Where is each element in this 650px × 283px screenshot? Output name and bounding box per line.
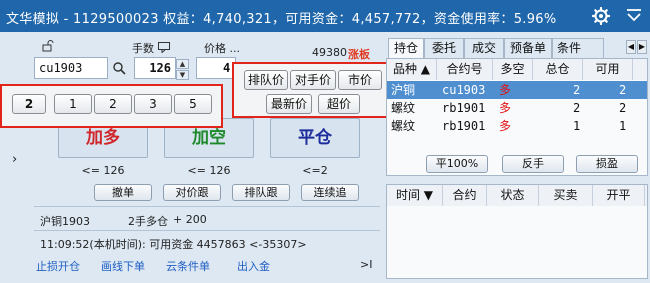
column-header[interactable]: 时间 ▼	[387, 185, 443, 206]
price-type-popup: 排队价 对手价 市价 最新价 超价	[232, 62, 392, 118]
tab-positions[interactable]: 持仓	[388, 38, 424, 58]
stop-profit-loss-button[interactable]: 损盈	[576, 155, 638, 173]
cancel-order-button[interactable]: 撤单	[94, 184, 152, 201]
column-header[interactable]: 合约	[443, 185, 487, 206]
position-pnl: + 200	[173, 213, 207, 226]
search-icon[interactable]	[112, 61, 126, 75]
over-price-button[interactable]: 超价	[318, 94, 360, 114]
last-price-button[interactable]: 最新价	[266, 94, 312, 114]
fund-transfer-link[interactable]: 出入金	[237, 258, 270, 274]
position-contract: 沪铜1903	[40, 215, 90, 228]
gear-icon[interactable]	[592, 7, 610, 25]
cloud-condition-order-link[interactable]: 云条件单	[166, 258, 210, 274]
column-header[interactable]: 开平	[593, 185, 645, 206]
contract-input[interactable]: cu1903	[34, 57, 108, 79]
quantity-input[interactable]: 126	[134, 57, 176, 79]
column-header[interactable]: 合约号	[437, 59, 493, 80]
stepper-down-icon[interactable]: ▼	[176, 70, 189, 80]
quantity-quick-popup: 2 1 2 3 5	[0, 84, 223, 128]
close-limit-text: <=2	[302, 164, 328, 177]
table-row[interactable]: 螺纹 rb1901 多 2 2	[387, 99, 647, 117]
divider	[34, 230, 380, 231]
column-header[interactable]: 可用	[583, 59, 633, 80]
position-size: 2手多仓	[128, 215, 168, 228]
reverse-button[interactable]: 反手	[502, 155, 564, 173]
close-position-button[interactable]: 平仓	[270, 118, 360, 158]
unlock-icon[interactable]	[42, 40, 54, 52]
qty-label: 手数	[132, 42, 154, 55]
tab-conditional[interactable]: 条件	[552, 38, 604, 58]
column-header[interactable]: 品种 ▲	[387, 59, 437, 80]
comment-icon[interactable]	[158, 42, 170, 53]
order-panel: 手数 价格 ... 49380 涨板 cu1903 126 ▲ ▼ 4 加多 加…	[0, 32, 392, 283]
market-price-button[interactable]: 市价	[338, 70, 382, 90]
queue-price-button[interactable]: 排队价	[244, 70, 288, 90]
account-panel: 持仓 委托 成交 预备单 条件 ◀ ▶ 品种 ▲ 合约号 多空 总仓 可用 沪铜…	[386, 32, 650, 283]
column-header[interactable]: 买卖	[539, 185, 593, 206]
limit-up-label[interactable]: 涨板	[348, 46, 370, 62]
column-header[interactable]: 多空	[493, 59, 533, 80]
qty-option-button[interactable]: 2	[12, 94, 46, 114]
draw-line-order-link[interactable]: 画线下单	[101, 258, 145, 274]
table-row[interactable]: 螺纹 rb1901 多 1 1	[387, 117, 647, 135]
tab-trades[interactable]: 成交	[464, 38, 504, 58]
status-line: 11:09:52(本机时间): 可用资金 4457863 <-35307>	[40, 238, 307, 251]
column-header[interactable]: 状态	[487, 185, 539, 206]
positions-header: 品种 ▲ 合约号 多空 总仓 可用	[387, 59, 647, 80]
chase-queue-price-button[interactable]: 排队跟	[232, 184, 290, 201]
title-bar: 文华模拟 - 1129500023 权益：4,740,321，可用资金：4,45…	[0, 0, 650, 32]
reference-price: 49380	[312, 46, 347, 59]
tab-pending[interactable]: 预备单	[504, 38, 552, 58]
qty-option-button[interactable]: 1	[54, 94, 92, 114]
price-input[interactable]: 4	[196, 57, 236, 79]
qty-option-button[interactable]: 2	[94, 94, 132, 114]
scroll-end-icon[interactable]: >I	[360, 258, 372, 271]
divider	[34, 206, 380, 207]
tab-orders[interactable]: 委托	[424, 38, 464, 58]
tab-scroll-right-icon[interactable]: ▶	[637, 40, 647, 54]
buy-limit-text: <= 126	[81, 164, 125, 177]
table-row[interactable]: 沪铜 cu1903 多 2 2	[387, 81, 647, 99]
qty-option-button[interactable]: 3	[134, 94, 172, 114]
sell-limit-text: <= 126	[187, 164, 231, 177]
price-label[interactable]: 价格 ...	[204, 40, 240, 56]
continuous-chase-button[interactable]: 连续追	[301, 184, 359, 201]
quantity-stepper[interactable]: ▲ ▼	[176, 59, 189, 81]
counter-price-button[interactable]: 对手价	[290, 70, 336, 90]
column-header[interactable]: 总仓	[533, 59, 583, 80]
collapse-icon[interactable]	[626, 6, 642, 24]
account-summary: 文华模拟 - 1129500023 权益：4,740,321，可用资金：4,45…	[6, 12, 557, 27]
tab-scroll-left-icon[interactable]: ◀	[626, 40, 636, 54]
stop-loss-open-link[interactable]: 止损开仓	[36, 258, 80, 274]
expand-chevron-icon[interactable]: ›	[12, 152, 17, 167]
orders-header: 时间 ▼ 合约 状态 买卖 开平	[387, 185, 647, 206]
orders-table: 时间 ▼ 合约 状态 买卖 开平	[386, 184, 648, 279]
chase-counter-price-button[interactable]: 对价跟	[163, 184, 221, 201]
qty-option-button[interactable]: 5	[174, 94, 212, 114]
stepper-up-icon[interactable]: ▲	[176, 59, 189, 69]
close-all-button[interactable]: 平100%	[426, 155, 488, 173]
